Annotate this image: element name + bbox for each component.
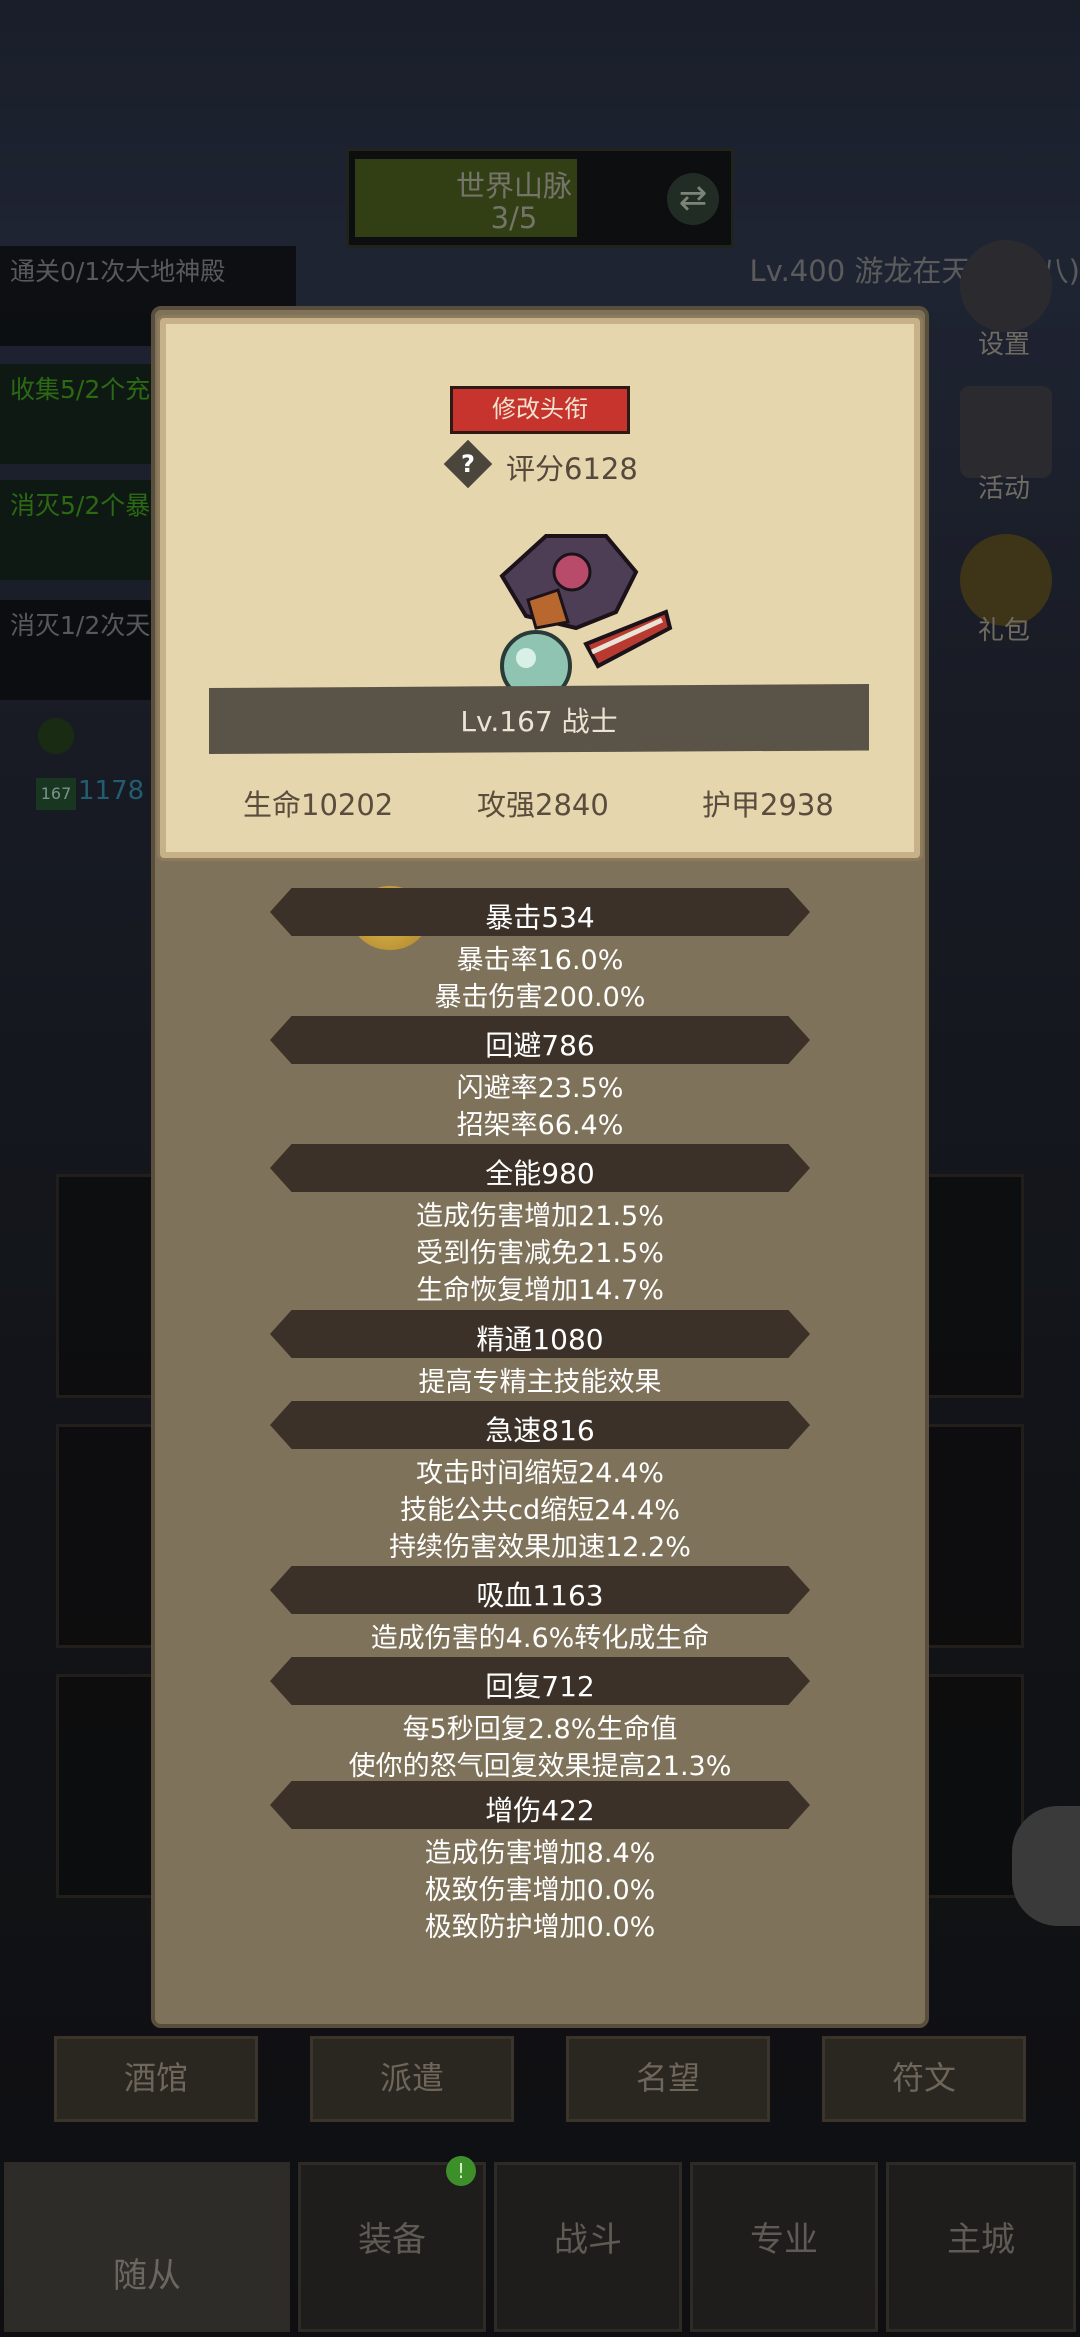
attr-line: 生命恢复增加14.7% bbox=[416, 1275, 664, 1306]
stat-armor: 护甲2938 bbox=[702, 788, 834, 822]
tab-runes[interactable]: 符文 bbox=[822, 2036, 1026, 2122]
attr-line: 技能公共cd缩短24.4% bbox=[400, 1495, 680, 1526]
attr-line: 极致防护增加0.0% bbox=[424, 1912, 656, 1943]
notification-badge: ! bbox=[446, 2156, 476, 2186]
tab-dispatch[interactable]: 派遣 bbox=[310, 2036, 514, 2122]
attr-line: 持续伤害效果加速12.2% bbox=[389, 1532, 691, 1563]
attr-line: 暴击率16.0% bbox=[456, 945, 624, 976]
attr-line: 使你的怒气回复效果提高21.3% bbox=[348, 1751, 732, 1782]
nav-followers-label: 随从 bbox=[113, 2256, 181, 2296]
tab-reputation[interactable]: 名望 bbox=[566, 2036, 770, 2122]
nav-followers[interactable]: 随从 bbox=[4, 2162, 290, 2332]
attr-header-avoid: 回避786 bbox=[485, 1029, 595, 1062]
attr-header-mastery: 精通1080 bbox=[476, 1323, 604, 1356]
attr-header-crit: 暴击534 bbox=[485, 901, 595, 934]
stat-attack: 攻强2840 bbox=[477, 788, 609, 822]
attr-header-regen: 回复712 bbox=[485, 1670, 595, 1703]
score-text: 评分6128 bbox=[506, 452, 638, 486]
stat-hp: 生命10202 bbox=[243, 788, 394, 822]
attr-line: 闪避率23.5% bbox=[456, 1073, 624, 1104]
attr-line: 攻击时间缩短24.4% bbox=[416, 1458, 664, 1489]
attr-header-versatility: 全能980 bbox=[485, 1157, 595, 1190]
question-mark-icon: ? bbox=[461, 450, 475, 478]
attr-line: 造成伤害增加21.5% bbox=[416, 1201, 664, 1232]
nav-battle[interactable]: 战斗 bbox=[494, 2162, 682, 2332]
attr-line: 提高专精主技能效果 bbox=[418, 1367, 662, 1398]
attr-line: 暴击伤害200.0% bbox=[434, 982, 646, 1013]
attr-line: 极致伤害增加0.0% bbox=[424, 1875, 656, 1906]
attr-line: 招架率66.4% bbox=[456, 1110, 624, 1141]
attr-line: 受到伤害减免21.5% bbox=[416, 1238, 664, 1269]
attr-header-leech: 吸血1163 bbox=[476, 1579, 604, 1612]
nav-equipment[interactable]: 装备 bbox=[298, 2162, 486, 2332]
rename-title-button[interactable]: 修改头衔 bbox=[450, 386, 630, 434]
attr-line: 造成伤害增加8.4% bbox=[424, 1838, 656, 1869]
attr-line: 造成伤害的4.6%转化成生命 bbox=[370, 1623, 710, 1654]
warrior-avatar bbox=[499, 534, 673, 702]
tab-tavern[interactable]: 酒馆 bbox=[54, 2036, 258, 2122]
character-name-level: Lv.167 战士 bbox=[460, 705, 618, 738]
attr-header-damage-bonus: 增伤422 bbox=[485, 1794, 595, 1827]
nav-profession[interactable]: 专业 bbox=[690, 2162, 878, 2332]
settings-gear-icon[interactable] bbox=[1012, 1806, 1080, 1926]
nav-main-city[interactable]: 主城 bbox=[886, 2162, 1076, 2332]
attr-header-haste: 急速816 bbox=[485, 1414, 595, 1447]
attr-line: 每5秒回复2.8%生命值 bbox=[402, 1714, 678, 1745]
